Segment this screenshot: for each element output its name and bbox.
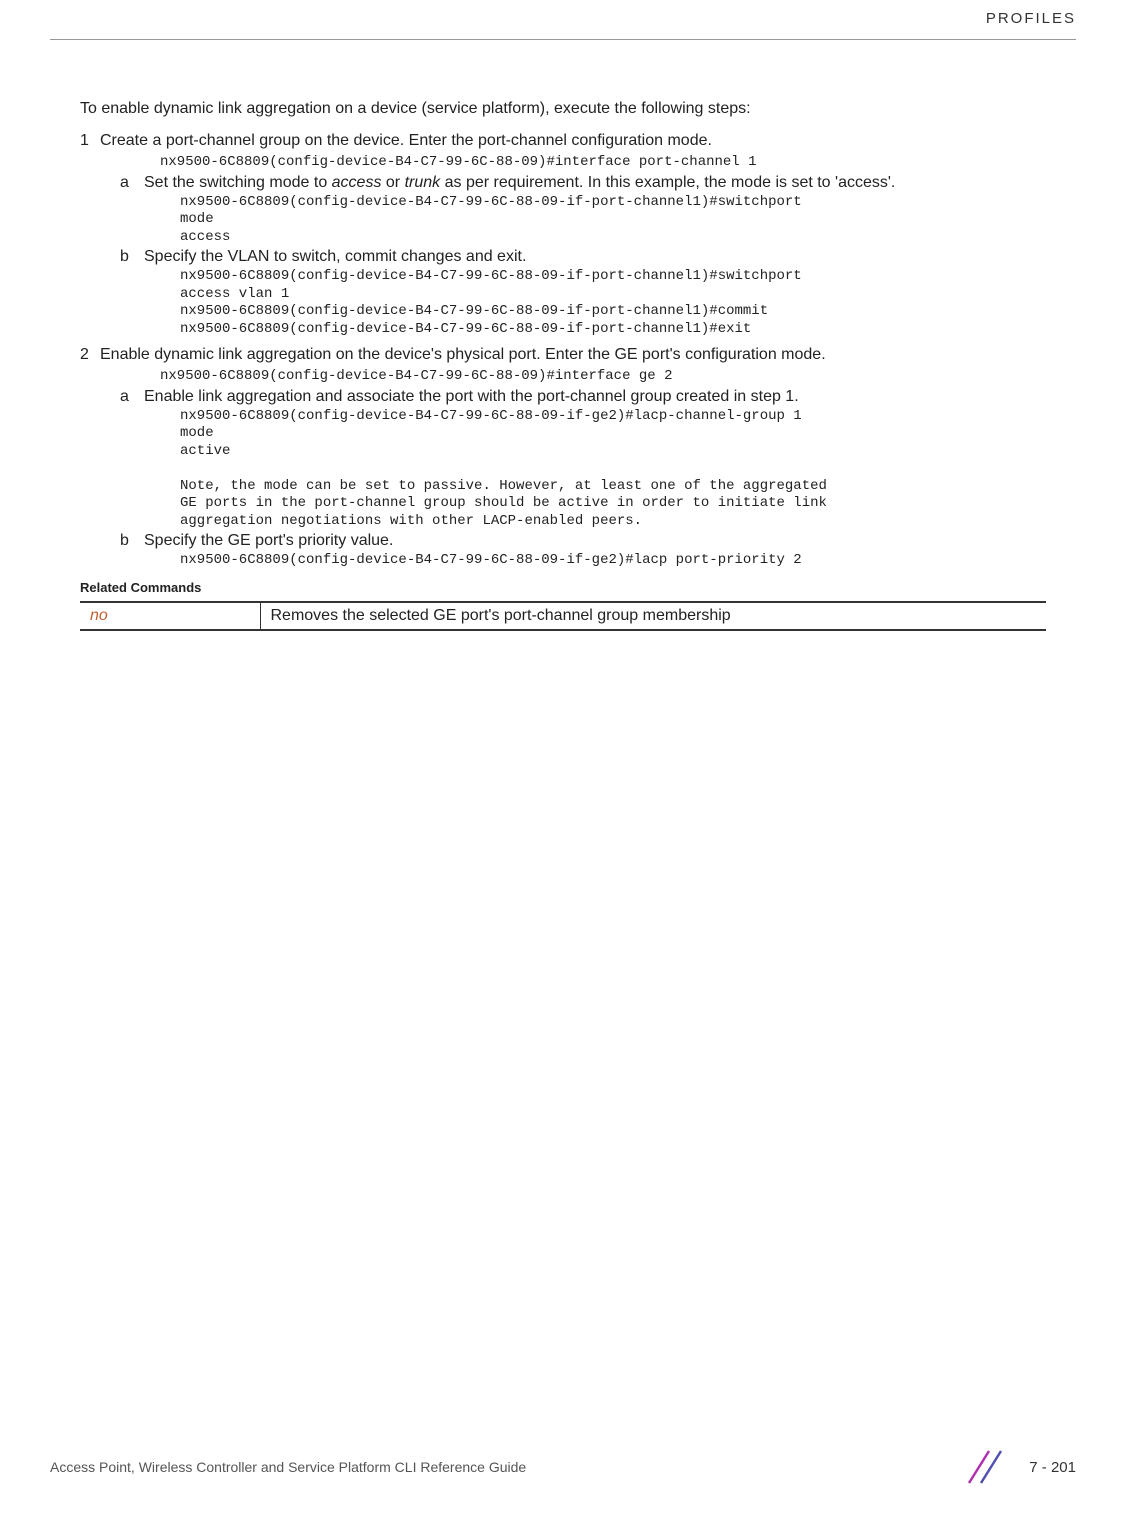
substep-text: Specify the VLAN to switch, commit chang… <box>144 248 1046 266</box>
step-2: 2 Enable dynamic link aggregation on the… <box>80 346 1046 364</box>
substep-1b: b Specify the VLAN to switch, commit cha… <box>120 248 1046 266</box>
code-block: nx9500-6C8809(config-device-B4-C7-99-6C-… <box>180 194 1046 247</box>
page-content: To enable dynamic link aggregation on a … <box>50 40 1076 631</box>
page-footer: Access Point, Wireless Controller and Se… <box>50 1449 1076 1485</box>
substep-1a: a Set the switching mode to access or tr… <box>120 174 1046 192</box>
substep-text-part: or <box>381 174 404 191</box>
footer-guide-title: Access Point, Wireless Controller and Se… <box>50 1459 526 1475</box>
substep-text: Set the switching mode to access or trun… <box>144 174 1046 192</box>
substep-text: Enable link aggregation and associate th… <box>144 388 1046 406</box>
italic-access: access <box>332 174 382 191</box>
footer-right: 7 - 201 <box>961 1449 1076 1485</box>
code-block: nx9500-6C8809(config-device-B4-C7-99-6C-… <box>180 552 1046 570</box>
related-commands-heading: Related Commands <box>80 580 1046 595</box>
substep-text-part: Set the switching mode to <box>144 174 332 191</box>
substep-letter: b <box>120 532 144 550</box>
footer-slash-icon <box>961 1449 1021 1485</box>
intro-paragraph: To enable dynamic link aggregation on a … <box>80 100 1046 118</box>
substep-2b: b Specify the GE port's priority value. <box>120 532 1046 550</box>
chapter-header: PROFILES <box>50 10 1076 31</box>
substep-2a: a Enable link aggregation and associate … <box>120 388 1046 406</box>
code-block: nx9500-6C8809(config-device-B4-C7-99-6C-… <box>180 268 1046 338</box>
code-block: nx9500-6C8809(config-device-B4-C7-99-6C-… <box>180 408 1046 531</box>
italic-trunk: trunk <box>405 174 441 191</box>
related-command-desc: Removes the selected GE port's port-chan… <box>260 602 1046 630</box>
substep-letter: a <box>120 388 144 406</box>
page-number: 7 - 201 <box>1029 1459 1076 1476</box>
substep-letter: b <box>120 248 144 266</box>
step-text: Create a port-channel group on the devic… <box>100 132 1046 150</box>
step-number: 2 <box>80 346 100 364</box>
step-text: Enable dynamic link aggregation on the d… <box>100 346 1046 364</box>
related-commands-table: no Removes the selected GE port's port-c… <box>80 601 1046 631</box>
table-row: no Removes the selected GE port's port-c… <box>80 602 1046 630</box>
related-command-link[interactable]: no <box>80 602 260 630</box>
code-block: nx9500-6C8809(config-device-B4-C7-99-6C-… <box>160 368 1046 386</box>
code-block: nx9500-6C8809(config-device-B4-C7-99-6C-… <box>160 154 1046 172</box>
step-number: 1 <box>80 132 100 150</box>
substep-text: Specify the GE port's priority value. <box>144 532 1046 550</box>
substep-text-part: as per requirement. In this example, the… <box>440 174 895 191</box>
substep-letter: a <box>120 174 144 192</box>
step-1: 1 Create a port-channel group on the dev… <box>80 132 1046 150</box>
